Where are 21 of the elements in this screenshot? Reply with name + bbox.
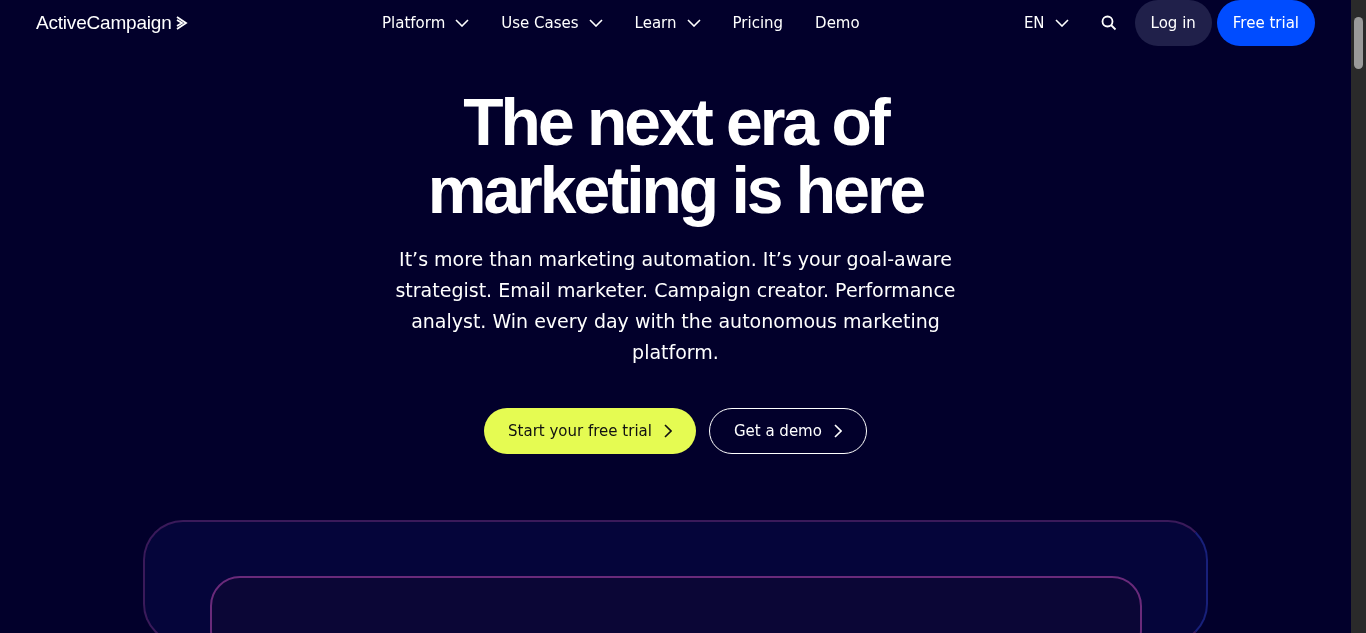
chevron-right-icon <box>833 424 842 438</box>
hero-heading: The next era of <box>463 88 888 156</box>
search-icon[interactable] <box>1100 15 1117 31</box>
scrollbar[interactable] <box>1351 0 1366 633</box>
start-trial-button[interactable]: Start your free trial <box>484 408 696 454</box>
chevron-down-icon <box>588 19 603 27</box>
hero-description: It’s more than marketing automation. It’s your goal-aware strategist. Email marketer. Campaign creator. Performance analyst. Win every day with the autonomous marketing platform. <box>394 247 957 365</box>
double-chevron-icon <box>174 15 189 31</box>
nav-link[interactable]: Demo <box>815 14 860 32</box>
nav-link[interactable]: Platform <box>382 14 470 32</box>
chevron-down-icon <box>1054 19 1069 27</box>
logo-text[interactable]: ActiveCampaign <box>36 12 172 34</box>
chevron-down-icon <box>455 19 470 27</box>
nav-link[interactable]: Learn <box>634 14 701 32</box>
nav-link[interactable]: Use Cases <box>501 14 603 32</box>
chevron-right-icon <box>663 424 672 438</box>
free-trial-button[interactable]: Free trial <box>1216 0 1315 46</box>
chevron-down-icon <box>686 19 701 27</box>
nav-link[interactable]: Pricing <box>732 14 784 32</box>
login-button[interactable]: Log in <box>1134 0 1212 46</box>
language-selector[interactable]: EN <box>1023 14 1069 32</box>
